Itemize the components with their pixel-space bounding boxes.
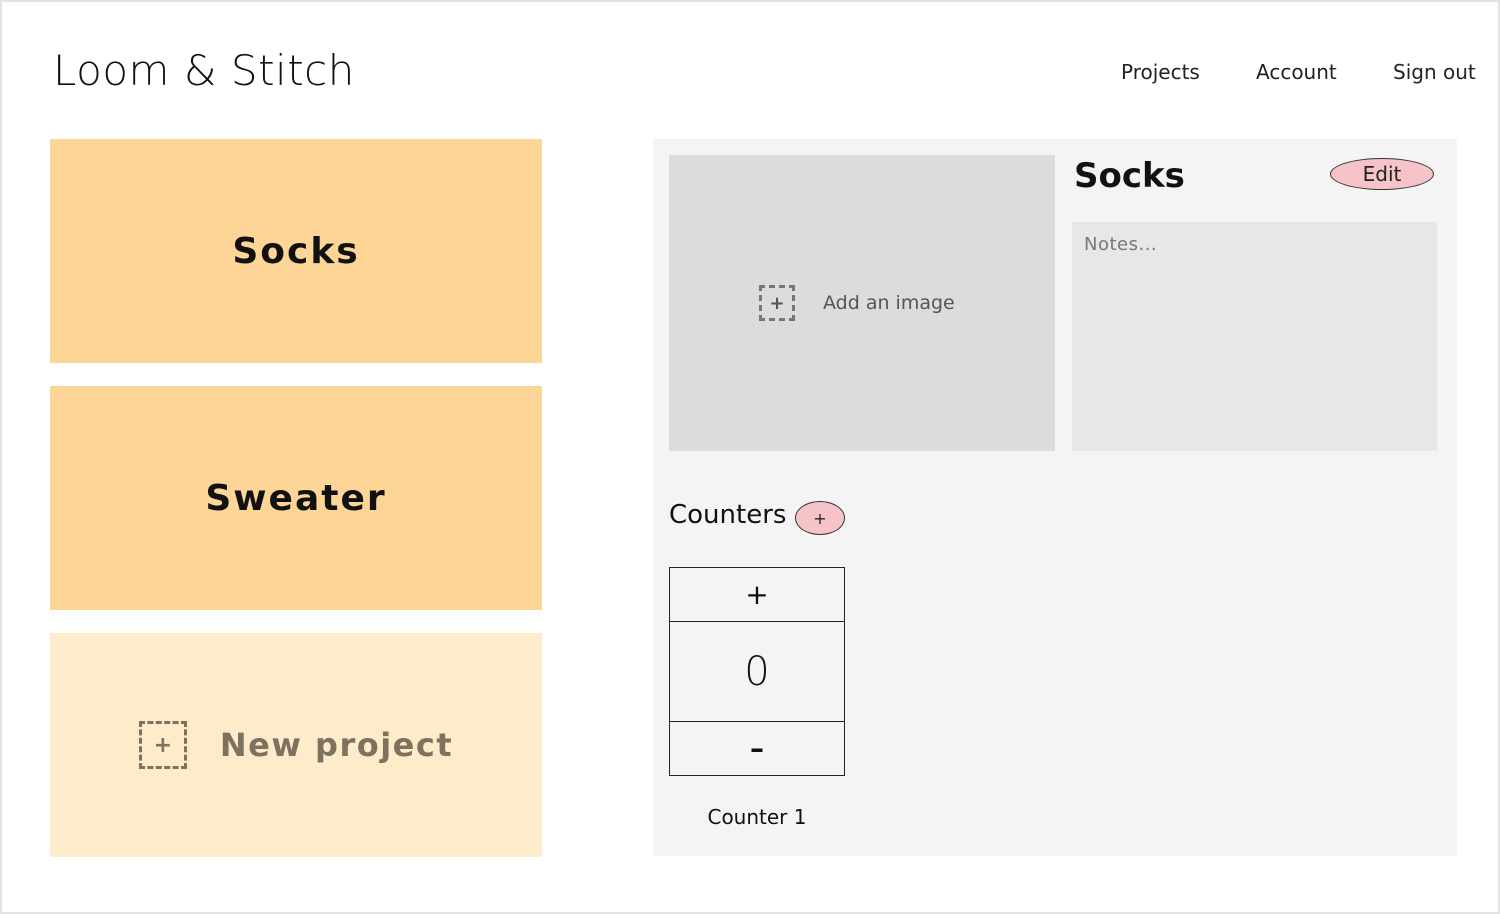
add-counter-button[interactable]: + xyxy=(795,501,845,535)
add-image-icon: + xyxy=(759,285,795,321)
project-title: Socks xyxy=(1074,156,1185,196)
add-image-dropzone[interactable]: + Add an image xyxy=(669,155,1055,451)
new-project-card[interactable]: + New project xyxy=(50,633,542,857)
app-logo[interactable]: Loom & Stitch xyxy=(53,46,355,95)
counter-value: 0 xyxy=(744,648,770,695)
add-image-hint: Add an image xyxy=(823,292,955,314)
edit-button[interactable]: Edit xyxy=(1330,158,1434,190)
counter-increment-button[interactable]: + xyxy=(670,568,844,622)
new-project-label: New project xyxy=(219,726,454,764)
project-detail-panel: + Add an image Socks Edit Counters + + 0… xyxy=(653,139,1457,856)
nav-account-link[interactable]: Account xyxy=(1256,60,1337,84)
project-card-socks[interactable]: Socks xyxy=(50,139,542,363)
counter-name-label[interactable]: Counter 1 xyxy=(669,805,845,829)
nav-projects-link[interactable]: Projects xyxy=(1121,60,1200,84)
counter-widget: + 0 – xyxy=(669,567,845,776)
notes-field[interactable] xyxy=(1072,222,1437,451)
project-card-sweater[interactable]: Sweater xyxy=(50,386,542,610)
add-icon: + xyxy=(138,721,187,769)
nav-sign-out-link[interactable]: Sign out xyxy=(1393,60,1476,84)
counter-decrement-button[interactable]: – xyxy=(670,721,844,775)
project-card-label: Socks xyxy=(232,230,360,272)
project-card-label: Sweater xyxy=(205,477,387,519)
counters-heading: Counters xyxy=(669,500,787,530)
app-frame: Loom & Stitch Projects Account Sign out … xyxy=(0,0,1500,914)
